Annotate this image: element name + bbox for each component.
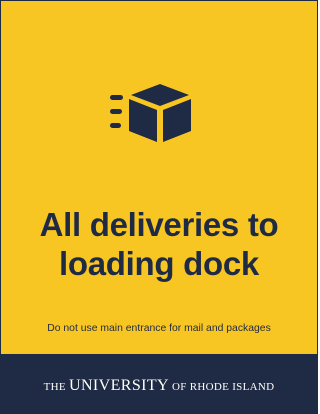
university-wordmark: THE UNIVERSITY OF RHODE ISLAND — [1, 378, 317, 395]
wordmark-prefix: THE — [43, 381, 69, 393]
headline-line-1: All deliveries to — [39, 206, 279, 243]
delivery-sign: All deliveries to loading dock Do not us… — [0, 0, 318, 414]
package-delivery-icon — [108, 83, 212, 143]
wordmark-suffix: OF RHODE ISLAND — [169, 381, 275, 393]
footer-bar: THE UNIVERSITY OF RHODE ISLAND — [1, 354, 317, 413]
headline: All deliveries to loading dock — [1, 205, 317, 283]
instruction-text: Do not use main entrance for mail and pa… — [47, 323, 271, 334]
headline-line-2: loading dock — [59, 245, 259, 282]
wordmark-name: UNIVERSITY — [69, 377, 169, 394]
